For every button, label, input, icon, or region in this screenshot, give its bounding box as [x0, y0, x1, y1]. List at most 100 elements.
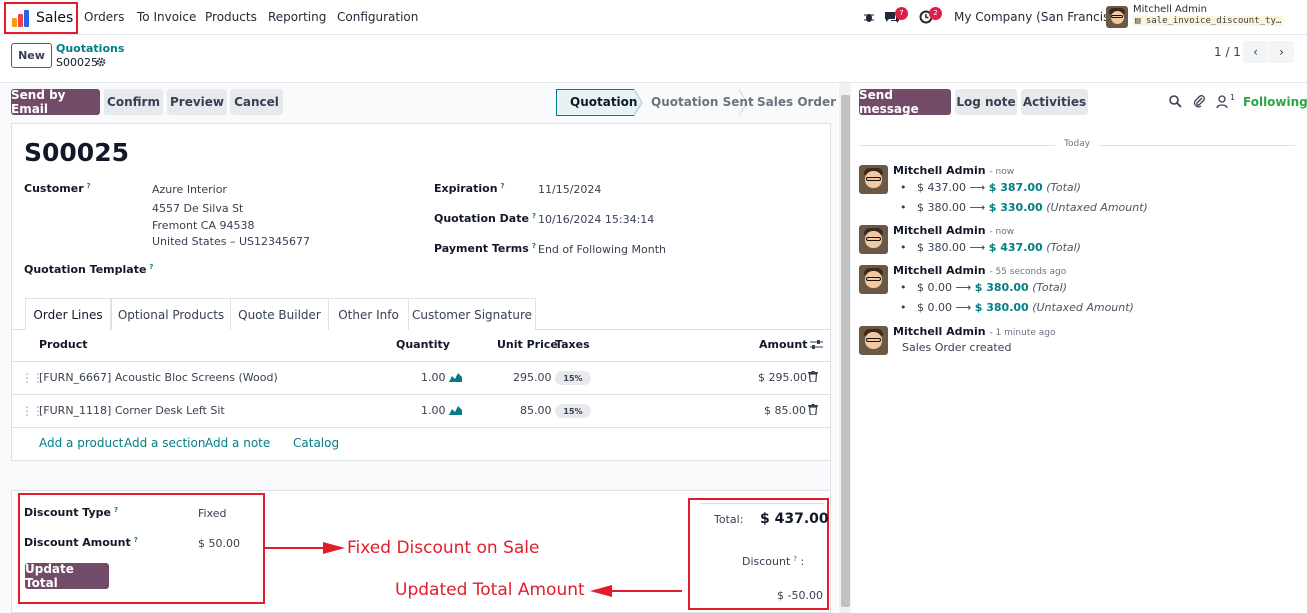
tax-badge[interactable]: 15%: [555, 404, 591, 418]
stage-sales-order[interactable]: Sales Order: [757, 95, 836, 109]
help-icon[interactable]: ?: [87, 182, 91, 190]
tab-other-info[interactable]: Other Info: [328, 298, 409, 330]
new-value: $ 387.00: [988, 181, 1043, 194]
amount-cell: $ 295.00: [758, 371, 807, 384]
payment-terms-label: Payment Terms?: [434, 242, 536, 255]
followers-icon[interactable]: [1216, 95, 1228, 108]
help-icon[interactable]: ?: [501, 182, 505, 190]
avatar[interactable]: [859, 265, 888, 294]
discount-type-field[interactable]: Fixed: [198, 507, 227, 520]
activities-button[interactable]: Activities: [1021, 89, 1088, 115]
stage-quotation-sent[interactable]: Quotation Sent: [651, 95, 754, 109]
unit-price-cell[interactable]: 85.00: [520, 404, 552, 417]
activity-badge: 2: [929, 7, 942, 20]
breadcrumb-quotations[interactable]: Quotations: [56, 42, 124, 55]
menu-configuration[interactable]: Configuration: [337, 10, 418, 24]
help-icon[interactable]: ?: [134, 536, 138, 544]
field-name: (Total): [1046, 181, 1081, 194]
column-taxes[interactable]: Taxes: [555, 338, 590, 351]
add-section-link[interactable]: Add a section: [124, 436, 205, 450]
messages-badge: 7: [895, 7, 908, 20]
paperclip-icon[interactable]: [1193, 94, 1206, 108]
trash-icon[interactable]: [808, 371, 818, 382]
message-author: Mitchell Admin - 55 seconds ago: [893, 264, 1066, 277]
help-icon[interactable]: ?: [114, 506, 118, 514]
help-icon[interactable]: ?: [532, 242, 536, 250]
tax-badge[interactable]: 15%: [555, 371, 591, 385]
avatar[interactable]: [859, 326, 888, 355]
column-settings-icon[interactable]: [810, 339, 823, 350]
column-product[interactable]: Product: [39, 338, 88, 351]
column-unit-price[interactable]: Unit Price: [497, 338, 558, 351]
stage-quotation[interactable]: Quotation: [570, 95, 637, 109]
forecast-chart-icon[interactable]: [449, 371, 462, 382]
preview-button[interactable]: Preview: [167, 89, 227, 115]
trash-icon[interactable]: [808, 404, 818, 415]
quantity-cell[interactable]: 1.00: [421, 404, 446, 417]
bug-icon[interactable]: [863, 11, 875, 23]
database-name-text: sale_invoice_discount_ty…: [1145, 16, 1282, 26]
table-row[interactable]: ⋮⋮ [FURN_1118] Corner Desk Left Sit 1.00…: [11, 395, 830, 427]
update-total-button[interactable]: Update Total: [25, 562, 109, 590]
add-product-link[interactable]: Add a product: [39, 436, 123, 450]
user-avatar[interactable]: [1106, 6, 1128, 28]
table-row[interactable]: ⋮⋮ [FURN_6667] Acoustic Bloc Screens (Wo…: [11, 362, 830, 394]
quotation-date-field[interactable]: 10/16/2024 15:34:14: [538, 213, 654, 226]
menu-orders[interactable]: Orders: [84, 10, 124, 24]
product-cell[interactable]: [FURN_6667] Acoustic Bloc Screens (Wood): [39, 371, 278, 384]
gear-icon[interactable]: [96, 57, 106, 67]
new-button[interactable]: New: [11, 43, 52, 68]
column-amount[interactable]: Amount: [759, 338, 807, 351]
user-name[interactable]: Mitchell Admin: [1133, 4, 1207, 15]
column-quantity[interactable]: Quantity: [396, 338, 450, 351]
tab-quote-builder[interactable]: Quote Builder: [230, 298, 329, 330]
unit-price-cell[interactable]: 295.00: [513, 371, 552, 384]
customer-label: Customer?: [24, 182, 91, 195]
top-navbar: Sales Orders To Invoice Products Reporti…: [0, 0, 1307, 35]
help-icon[interactable]: ?: [793, 555, 797, 563]
message-time: - 1 minute ago: [989, 328, 1056, 338]
confirm-button[interactable]: Confirm: [104, 89, 163, 115]
catalog-link[interactable]: Catalog: [293, 436, 339, 450]
send-by-email-button[interactable]: Send by Email: [11, 88, 100, 116]
following-toggle[interactable]: Following: [1243, 95, 1307, 109]
expiration-field[interactable]: 11/15/2024: [538, 183, 601, 196]
forecast-chart-icon[interactable]: [449, 404, 462, 415]
quantity-cell[interactable]: 1.00: [421, 371, 446, 384]
table-footer: [11, 461, 830, 490]
help-icon[interactable]: ?: [149, 263, 153, 271]
cancel-button[interactable]: Cancel: [230, 89, 283, 115]
send-message-button[interactable]: Send message: [859, 88, 951, 116]
menu-reporting[interactable]: Reporting: [268, 10, 326, 24]
customer-name[interactable]: Azure Interior: [152, 183, 227, 196]
discount-amount-label-text: Discount Amount: [24, 536, 131, 549]
pager-previous-button[interactable]: ‹: [1243, 41, 1268, 63]
add-note-link[interactable]: Add a note: [205, 436, 270, 450]
avatar[interactable]: [859, 225, 888, 254]
tab-order-lines[interactable]: Order Lines: [25, 298, 111, 331]
payment-terms-field[interactable]: End of Following Month: [538, 243, 666, 256]
tab-customer-signature[interactable]: Customer Signature: [408, 298, 536, 330]
new-value: $ 330.00: [988, 201, 1043, 214]
message-author-name: Mitchell Admin: [893, 264, 986, 277]
avatar[interactable]: [859, 165, 888, 194]
app-menu-sales[interactable]: Sales: [4, 2, 78, 34]
tab-optional-products[interactable]: Optional Products: [111, 298, 231, 330]
scrollbar-thumb[interactable]: [841, 95, 850, 607]
expiration-label: Expiration?: [434, 182, 505, 195]
tracking-line: • $ 437.00 ⟶ $ 387.00 (Total): [900, 181, 1081, 194]
field-name: (Untaxed Amount): [1032, 301, 1134, 314]
discount-total-colon: :: [800, 555, 805, 568]
customer-city: Fremont CA 94538: [152, 219, 255, 232]
pager-value[interactable]: 1 / 1: [1214, 45, 1241, 59]
arrow-left-icon: [590, 585, 682, 597]
menu-products[interactable]: Products: [205, 10, 257, 24]
pager-next-button[interactable]: ›: [1269, 41, 1294, 63]
menu-to-invoice[interactable]: To Invoice: [137, 10, 196, 24]
company-switcher[interactable]: My Company (San Francisco): [954, 10, 1128, 24]
log-note-button[interactable]: Log note: [955, 89, 1017, 115]
discount-amount-field[interactable]: $ 50.00: [198, 537, 240, 550]
product-cell[interactable]: [FURN_1118] Corner Desk Left Sit: [39, 404, 225, 417]
search-icon[interactable]: [1169, 95, 1182, 108]
help-icon[interactable]: ?: [532, 212, 536, 220]
